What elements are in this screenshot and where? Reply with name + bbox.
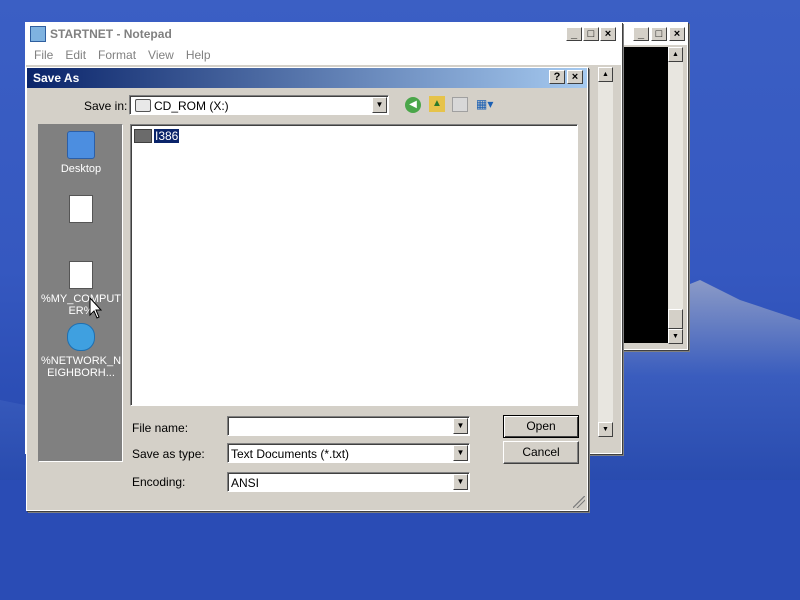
desktop-icon <box>67 131 95 159</box>
save-as-type-combo[interactable]: Text Documents (*.txt) ▼ <box>227 443 470 463</box>
menu-view[interactable]: View <box>148 48 174 62</box>
dialog-title: Save As <box>33 71 80 85</box>
help-button[interactable]: ? <box>549 70 565 84</box>
close-button[interactable]: × <box>600 27 616 41</box>
scroll-up-button[interactable]: ▲ <box>668 47 683 62</box>
file-list[interactable]: I386 <box>130 124 578 406</box>
save-in-value: CD_ROM (X:) <box>154 99 229 113</box>
scroll-thumb[interactable] <box>668 309 683 329</box>
place-desktop[interactable]: Desktop <box>39 131 123 175</box>
maximize-button[interactable]: □ <box>583 27 599 41</box>
folder-icon <box>134 129 152 143</box>
file-item-i386[interactable]: I386 <box>134 129 180 143</box>
maximize-button[interactable]: □ <box>651 27 667 41</box>
chevron-down-icon[interactable]: ▼ <box>453 418 468 434</box>
notepad-scrollbar[interactable]: ▲ ▼ <box>598 67 613 437</box>
encoding-value: ANSI <box>231 476 260 490</box>
save-as-type-label: Save as type: <box>132 447 205 461</box>
scroll-down-button[interactable]: ▼ <box>668 329 683 344</box>
minimize-button[interactable]: _ <box>633 27 649 41</box>
file-name-label: File name: <box>132 421 189 435</box>
chevron-down-icon[interactable]: ▼ <box>372 97 387 113</box>
close-button[interactable]: × <box>669 27 685 41</box>
chevron-down-icon[interactable]: ▼ <box>453 445 468 461</box>
open-button[interactable]: Open <box>503 415 579 438</box>
file-name-combo[interactable]: ▼ <box>227 416 470 436</box>
notepad-title: STARTNET - Notepad <box>50 27 172 41</box>
console-window[interactable]: _ □ × ▲ ▼ <box>620 22 688 350</box>
new-folder-button[interactable] <box>452 97 468 112</box>
scroll-up-button[interactable]: ▲ <box>598 67 613 82</box>
menu-format[interactable]: Format <box>98 48 136 62</box>
file-item-label: I386 <box>154 129 180 143</box>
save-in-label: Save in: <box>84 99 128 113</box>
back-button[interactable]: ◀ <box>405 97 421 113</box>
menu-edit[interactable]: Edit <box>65 48 86 62</box>
document-icon <box>69 195 93 223</box>
chevron-down-icon[interactable]: ▼ <box>453 474 468 490</box>
encoding-combo[interactable]: ANSI ▼ <box>227 472 470 492</box>
notepad-titlebar[interactable]: STARTNET - Notepad _ □ × <box>26 23 621 45</box>
menu-help[interactable]: Help <box>186 48 211 62</box>
scroll-down-button[interactable]: ▼ <box>598 422 613 437</box>
save-as-dialog[interactable]: Save As ? × Save in: CD_ROM (X:) ▼ ◀ ▲ ▦… <box>26 67 588 511</box>
notepad-icon <box>30 26 46 42</box>
mouse-cursor-icon <box>89 297 103 319</box>
place-network[interactable]: %NETWORK_NEIGHBORH... <box>39 323 123 379</box>
document-icon <box>69 261 93 289</box>
places-bar: Desktop %MY_COMPUTER% %NETWORK_NEIGHBORH… <box>38 124 123 462</box>
notepad-menubar: File Edit Format View Help <box>26 45 621 65</box>
encoding-label: Encoding: <box>132 475 186 489</box>
place-document[interactable] <box>39 195 123 223</box>
cancel-button[interactable]: Cancel <box>503 441 579 464</box>
dialog-titlebar[interactable]: Save As <box>27 68 587 88</box>
save-in-combo[interactable]: CD_ROM (X:) ▼ <box>129 95 389 115</box>
dialog-close-button[interactable]: × <box>567 70 583 84</box>
place-my-computer[interactable]: %MY_COMPUTER% <box>39 261 123 317</box>
save-as-type-value: Text Documents (*.txt) <box>231 447 350 461</box>
minimize-button[interactable]: _ <box>566 27 582 41</box>
console-scrollbar[interactable]: ▲ ▼ <box>668 47 683 344</box>
resize-grip-icon[interactable] <box>573 496 585 508</box>
network-icon <box>67 323 95 351</box>
view-menu-button[interactable]: ▦▾ <box>476 96 498 112</box>
console-output[interactable] <box>623 47 668 343</box>
up-folder-button[interactable]: ▲ <box>429 96 445 112</box>
cd-drive-icon <box>135 99 151 112</box>
console-titlebar[interactable]: _ □ × <box>621 23 687 45</box>
menu-file[interactable]: File <box>34 48 53 62</box>
